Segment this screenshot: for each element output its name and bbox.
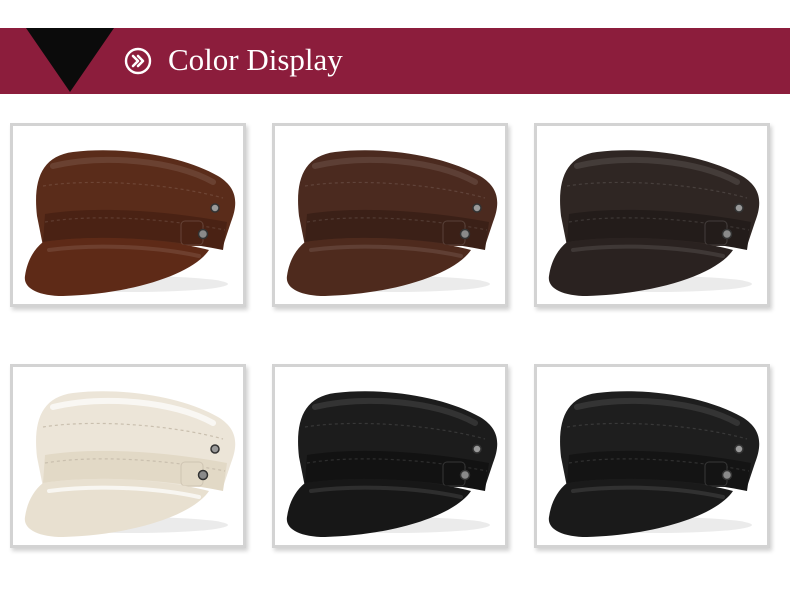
hat-eyelet xyxy=(210,203,220,213)
hat-eyelet xyxy=(734,203,744,213)
section-header-banner: Color Display xyxy=(0,28,790,94)
hat-button-rivet xyxy=(459,228,471,240)
hat-image-dark-brown xyxy=(286,150,498,296)
hat-image-black-textured xyxy=(548,391,760,537)
hat-button-rivet xyxy=(721,469,733,481)
hat-button-rivet xyxy=(721,228,733,240)
hat-button-rivet xyxy=(459,469,471,481)
section-title: Color Display xyxy=(168,42,343,77)
hat-eyelet xyxy=(472,444,482,454)
banner-triangle-decoration xyxy=(26,28,114,92)
hat-image-brown xyxy=(24,150,236,296)
hat-eyelet xyxy=(210,444,220,454)
product-card[interactable] xyxy=(10,123,246,307)
product-card[interactable] xyxy=(534,364,770,548)
hat-image-beige xyxy=(24,391,236,537)
hat-button-rivet xyxy=(197,228,209,240)
hat-image-coffee xyxy=(548,150,760,296)
product-card[interactable] xyxy=(272,123,508,307)
hat-image-black xyxy=(286,391,498,537)
hat-eyelet xyxy=(472,203,482,213)
product-card[interactable] xyxy=(534,123,770,307)
circle-arrow-right-icon xyxy=(124,47,152,75)
product-card[interactable] xyxy=(10,364,246,548)
hat-eyelet xyxy=(734,444,744,454)
product-card[interactable] xyxy=(272,364,508,548)
hat-button-rivet xyxy=(197,469,209,481)
